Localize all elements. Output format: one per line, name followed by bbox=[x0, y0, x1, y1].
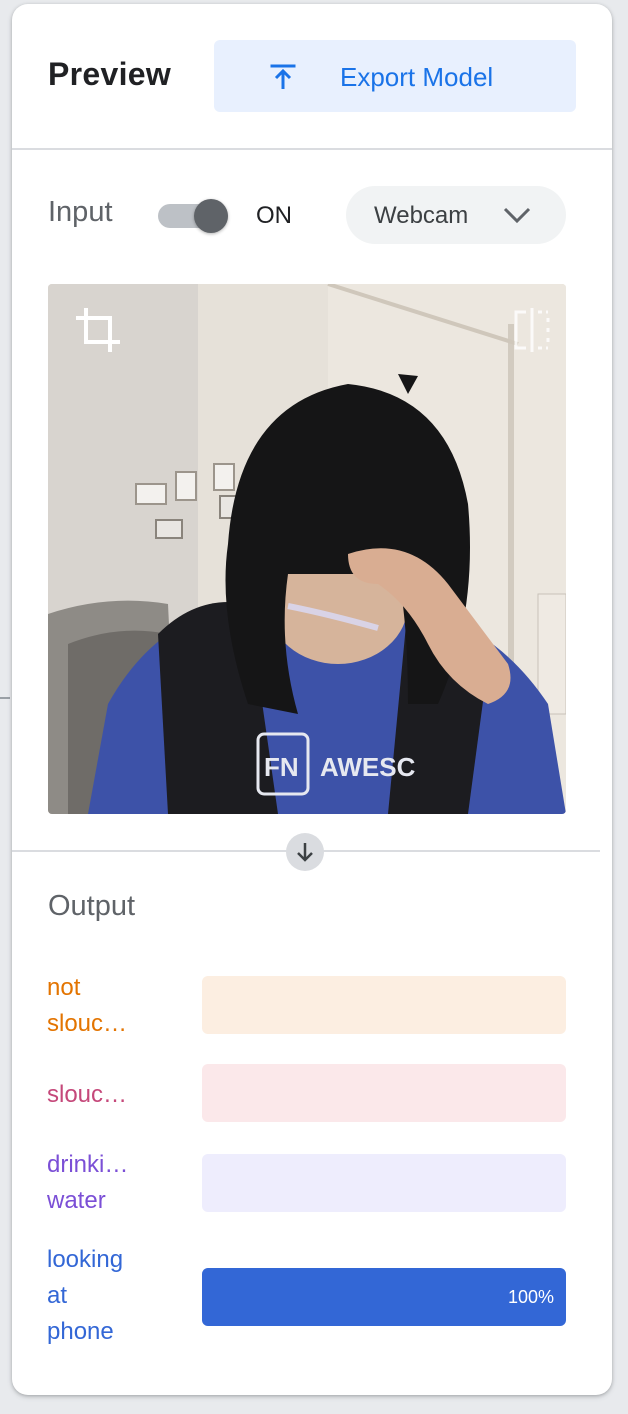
webcam-image: FN AWESC bbox=[48, 284, 566, 814]
svg-text:FN: FN bbox=[264, 752, 299, 782]
side-connector-line bbox=[0, 697, 10, 699]
input-source-value: Webcam bbox=[374, 202, 469, 229]
output-title: Output bbox=[48, 890, 136, 922]
confidence-bar bbox=[202, 1154, 566, 1212]
arrow-down-button bbox=[286, 833, 324, 871]
confidence-bar bbox=[202, 976, 566, 1034]
export-model-label: Export Model bbox=[340, 62, 494, 92]
confidence-bar: 100% bbox=[202, 1268, 566, 1326]
panel-title: Preview bbox=[48, 56, 172, 92]
chevron-down-icon bbox=[503, 207, 531, 224]
class-label: looking at phone bbox=[47, 1246, 124, 1345]
confidence-bar bbox=[202, 1064, 566, 1122]
class-label: drinki… water bbox=[47, 1151, 129, 1214]
panel-header: Preview Export Model bbox=[12, 4, 612, 149]
arrow-down-icon bbox=[297, 843, 313, 862]
flip-icon[interactable] bbox=[512, 308, 552, 352]
class-label: not slouc… bbox=[47, 974, 128, 1037]
crop-icon[interactable] bbox=[74, 306, 122, 354]
input-row: Input ON Webcam bbox=[12, 184, 612, 246]
webcam-preview: FN AWESC bbox=[48, 284, 566, 814]
input-source-dropdown[interactable]: Webcam bbox=[346, 186, 566, 244]
confidence-text: 100% bbox=[507, 1287, 554, 1307]
export-model-button[interactable]: Export Model bbox=[214, 40, 576, 112]
input-label: Input bbox=[48, 196, 113, 228]
input-toggle[interactable] bbox=[158, 199, 230, 233]
toggle-knob bbox=[194, 199, 228, 233]
toggle-state-label: ON bbox=[256, 202, 292, 229]
upload-arrow-icon bbox=[270, 64, 296, 89]
preview-panel: Preview Export Model Input ON Webcam FN … bbox=[12, 4, 612, 1395]
header-divider bbox=[12, 148, 612, 150]
svg-text:AWESC: AWESC bbox=[320, 752, 416, 782]
class-label: slouc… bbox=[47, 1081, 128, 1108]
